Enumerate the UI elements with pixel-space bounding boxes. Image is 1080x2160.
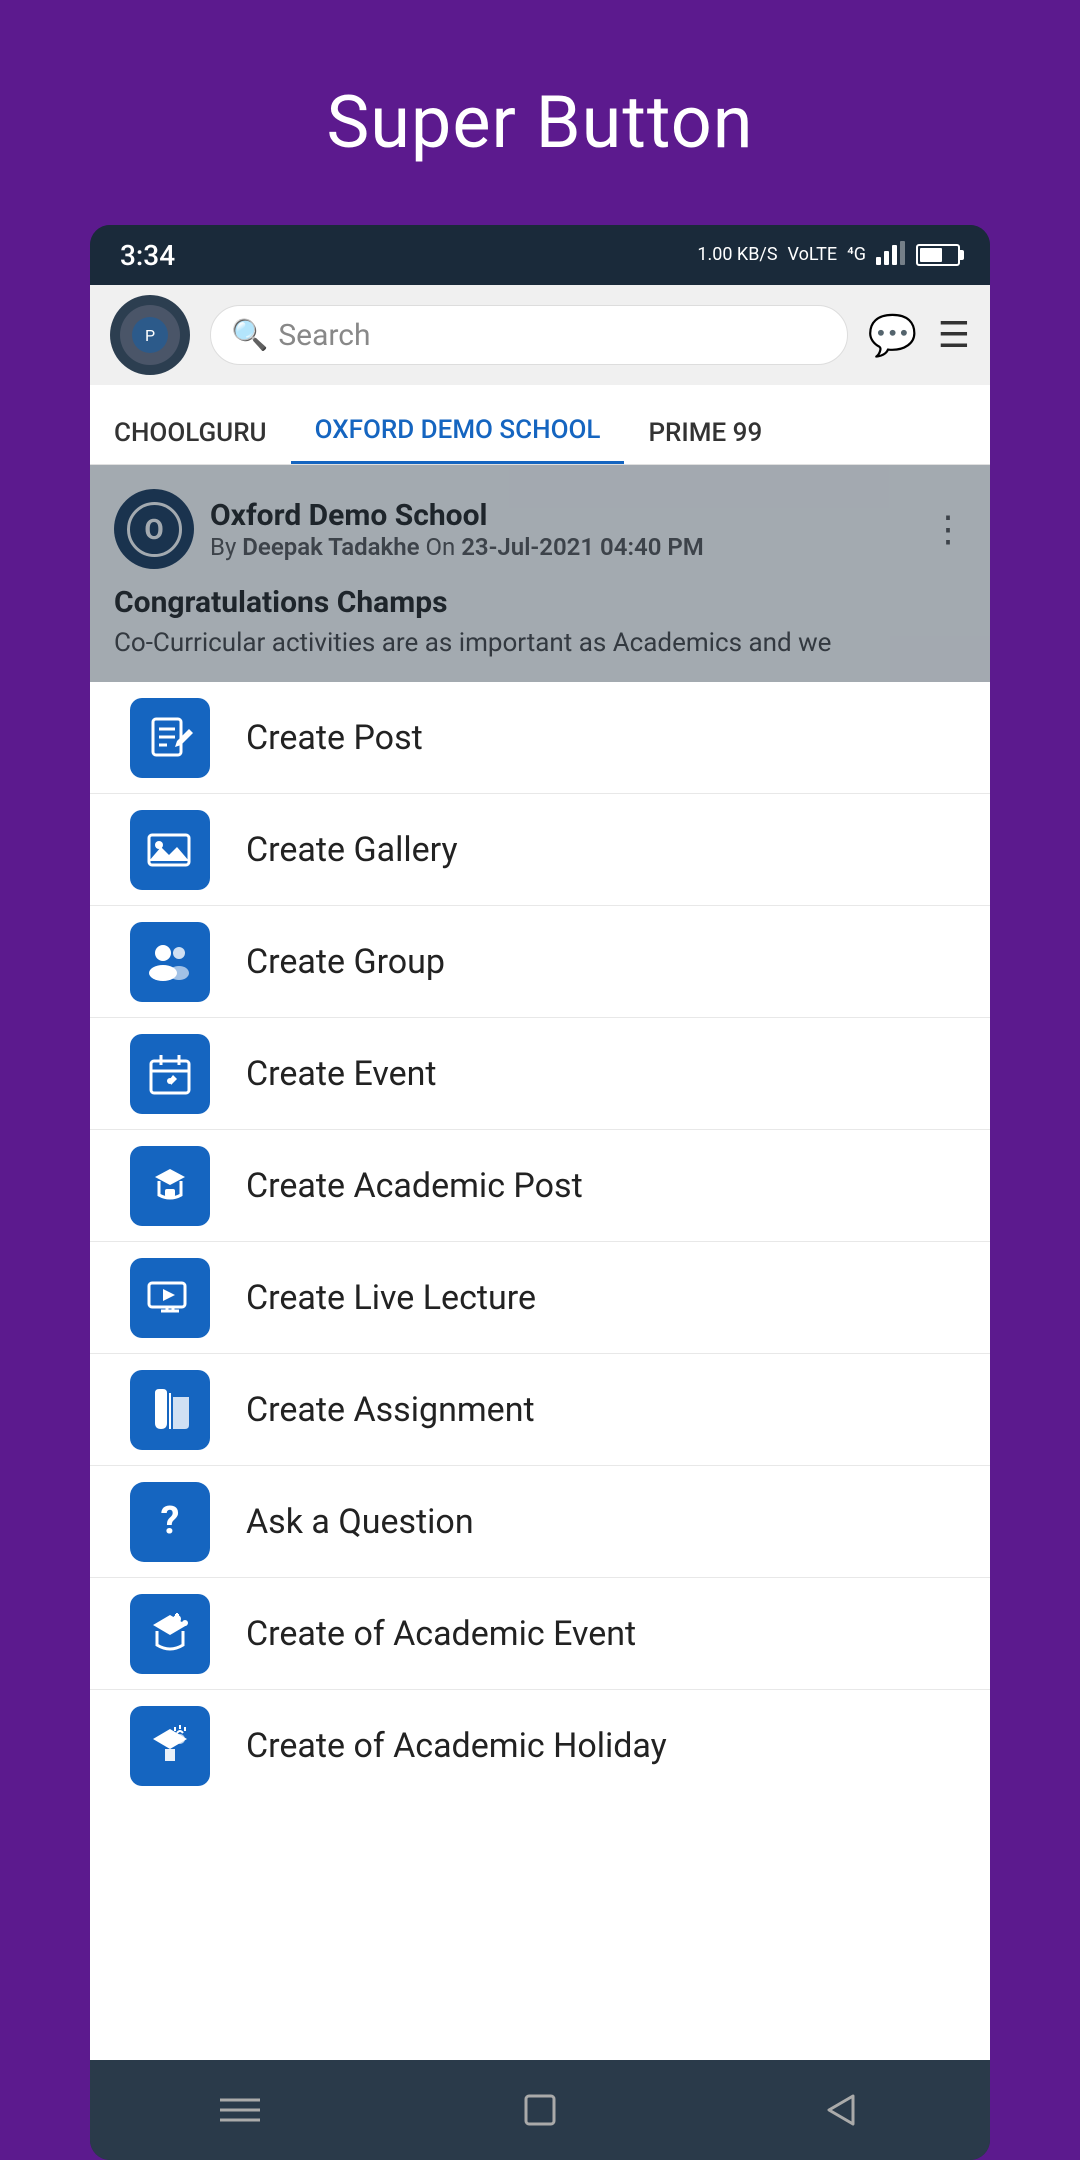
chat-icon[interactable]: 💬 <box>868 312 918 359</box>
avatar-image: P <box>130 315 170 355</box>
menu-item-create-academic-post[interactable]: Create Academic Post <box>90 1130 990 1242</box>
create-academic-post-icon <box>130 1146 210 1226</box>
create-post-label: Create Post <box>246 718 423 758</box>
create-gallery-label: Create Gallery <box>246 830 458 870</box>
search-bar[interactable]: 🔍 Search <box>210 305 848 365</box>
menu-item-create-group[interactable]: Create Group <box>90 906 990 1018</box>
create-academic-holiday-label: Create of Academic Holiday <box>246 1726 667 1766</box>
create-academic-holiday-icon <box>130 1706 210 1786</box>
menu-item-ask-question[interactable]: ? Ask a Question <box>90 1466 990 1578</box>
svg-text:?: ? <box>161 1499 180 1543</box>
phone-frame: 3:34 1.00 KB/S VoLTE ⁴G <box>90 225 990 2160</box>
create-assignment-label: Create Assignment <box>246 1390 535 1430</box>
svg-text:P: P <box>145 326 155 345</box>
status-bar: 3:34 1.00 KB/S VoLTE ⁴G <box>90 225 990 285</box>
post-card: O Oxford Demo School By Deepak Tadakhe O… <box>90 465 990 682</box>
tab-choolguru[interactable]: CHOOLGURU <box>90 418 291 464</box>
bottom-nav <box>90 2060 990 2160</box>
nav-menu-button[interactable] <box>200 2080 280 2140</box>
menu-item-create-event[interactable]: Create Event <box>90 1018 990 1130</box>
create-post-icon <box>130 698 210 778</box>
avatar[interactable]: P <box>110 295 190 375</box>
post-school-name: Oxford Demo School <box>210 498 914 533</box>
tab-prime99[interactable]: PRIME 99 <box>624 418 786 464</box>
tab-oxford-demo-school[interactable]: OXFORD DEMO SCHOOL <box>291 415 625 464</box>
status-time: 3:34 <box>120 239 175 272</box>
nav-home-button[interactable] <box>500 2080 580 2140</box>
create-live-lecture-icon <box>130 1258 210 1338</box>
create-assignment-icon <box>130 1370 210 1450</box>
create-event-label: Create Event <box>246 1054 437 1094</box>
signal-bars-icon <box>876 241 906 270</box>
create-gallery-icon <box>130 810 210 890</box>
network-icon: VoLTE <box>788 245 838 265</box>
menu-item-create-academic-holiday[interactable]: Create of Academic Holiday <box>90 1690 990 1802</box>
post-author: By Deepak Tadakhe On 23-Jul-2021 04:40 P… <box>210 533 914 561</box>
create-academic-event-label: Create of Academic Event <box>246 1614 636 1654</box>
create-academic-event-icon <box>130 1594 210 1674</box>
create-academic-post-label: Create Academic Post <box>246 1166 583 1206</box>
post-title: Congratulations Champs <box>114 585 966 620</box>
menu-item-create-academic-event[interactable]: Create of Academic Event <box>90 1578 990 1690</box>
data-speed-icon: 1.00 KB/S <box>697 245 777 265</box>
battery-icon <box>916 244 960 266</box>
tabs-bar: CHOOLGURU OXFORD DEMO SCHOOL PRIME 99 <box>90 385 990 465</box>
ask-question-icon: ? <box>130 1482 210 1562</box>
school-avatar: O <box>114 489 194 569</box>
search-input-label: Search <box>278 318 370 353</box>
post-more-button[interactable]: ⋮ <box>930 508 966 550</box>
status-icons: 1.00 KB/S VoLTE ⁴G <box>697 241 960 270</box>
menu-list: Create Post Create Gallery <box>90 682 990 2060</box>
menu-item-create-live-lecture[interactable]: Create Live Lecture <box>90 1242 990 1354</box>
menu-item-create-post[interactable]: Create Post <box>90 682 990 794</box>
ask-question-label: Ask a Question <box>246 1502 474 1542</box>
create-event-icon <box>130 1034 210 1114</box>
nav-back-button[interactable] <box>800 2080 880 2140</box>
page-title: Super Button <box>326 80 753 165</box>
signal-type-icon: ⁴G <box>847 245 866 265</box>
menu-icon[interactable]: ☰ <box>938 314 970 356</box>
create-group-label: Create Group <box>246 942 445 982</box>
post-body: Co-Curricular activities are as importan… <box>114 628 966 658</box>
search-icon: 🔍 <box>231 318 268 353</box>
app-header: P 🔍 Search 💬 ☰ <box>90 285 990 385</box>
create-group-icon <box>130 922 210 1002</box>
menu-item-create-gallery[interactable]: Create Gallery <box>90 794 990 906</box>
menu-item-create-assignment[interactable]: Create Assignment <box>90 1354 990 1466</box>
create-live-lecture-label: Create Live Lecture <box>246 1278 536 1318</box>
